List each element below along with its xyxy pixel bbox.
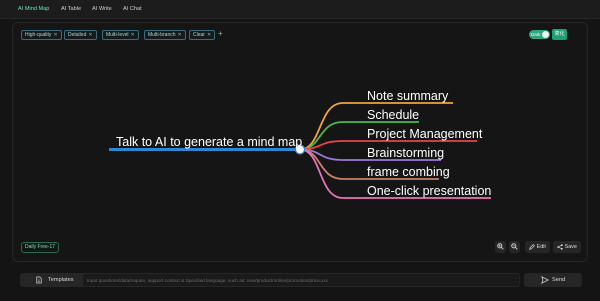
branch-node[interactable]: frame combing <box>367 165 450 179</box>
templates-button[interactable]: Templates <box>20 273 86 287</box>
send-button[interactable]: Send <box>524 273 582 287</box>
mind-map-panel: High-quality ✕ Detailed ✕ Multi-level ✕ Mul… <box>12 22 588 262</box>
edit-button[interactable]: Edit <box>525 241 550 253</box>
templates-label: Templates <box>48 277 74 283</box>
pencil-icon <box>529 243 535 250</box>
tab-ai-write[interactable]: AI Write <box>88 3 116 16</box>
prompt-input[interactable] <box>82 273 520 287</box>
share-icon <box>557 243 563 250</box>
branch-node[interactable]: Note summary <box>367 89 449 103</box>
branch-node[interactable]: Project Management <box>367 127 483 141</box>
save-label: Save <box>564 244 577 250</box>
send-label: Send <box>552 277 566 283</box>
bottom-input-bar: Templates Send <box>12 269 588 291</box>
root-node[interactable]: Talk to AI to generate a mind map <box>116 135 302 149</box>
top-tab-bar: AI Mind Map AI Table AI Write AI Chat <box>0 0 600 19</box>
daily-free-badge: Daily Free-17 <box>21 242 60 253</box>
mind-map-canvas: Note summary Schedule Project Management Br… <box>109 89 491 199</box>
zoom-out-button[interactable] <box>509 241 520 253</box>
zoom-in-icon <box>497 243 504 250</box>
map-toolbar: Edit Save <box>495 241 581 253</box>
tab-ai-chat[interactable]: AI Chat <box>119 3 146 16</box>
save-button[interactable]: Save <box>553 241 581 253</box>
edit-label: Edit <box>536 244 546 250</box>
branch-node[interactable]: One-click presentation <box>367 184 491 198</box>
branch-node[interactable]: Schedule <box>367 108 419 122</box>
tab-ai-table[interactable]: AI Table <box>57 3 85 16</box>
document-icon <box>36 276 42 284</box>
tab-ai-mind-map[interactable]: AI Mind Map <box>14 3 53 16</box>
send-icon <box>541 276 549 284</box>
zoom-out-icon <box>511 243 518 250</box>
zoom-in-button[interactable] <box>495 241 506 253</box>
branch-node[interactable]: Brainstorming <box>367 146 444 160</box>
